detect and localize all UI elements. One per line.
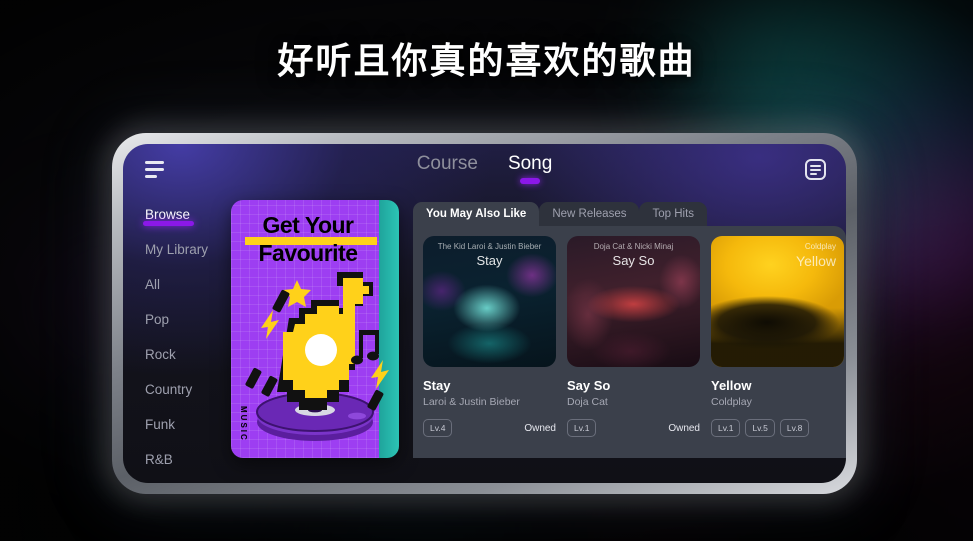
song-card[interactable]: Coldplay Yellow Yellow Coldplay Lv.1 Lv.… xyxy=(711,236,844,437)
menu-line xyxy=(145,174,157,178)
promo-banner[interactable]: Get Your Favourite MUSIC xyxy=(231,200,399,458)
message-note-icon[interactable] xyxy=(805,158,826,180)
level-badge[interactable]: Lv.8 xyxy=(779,419,810,437)
song-cards-panel: The Kid Laroi & Justin Bieber Stay Stay … xyxy=(413,226,846,458)
sidebar-item-all[interactable]: All xyxy=(145,277,160,292)
album-art-title-label: Stay xyxy=(476,253,503,268)
level-badge[interactable]: Lv.1 xyxy=(711,419,741,437)
note-line xyxy=(810,168,821,171)
promo-line-2: Favourite xyxy=(258,240,358,266)
promo-line-1: Get Your xyxy=(262,212,355,238)
page-headline: 好听且你真的喜欢的歌曲 xyxy=(277,40,696,81)
album-art-yellow[interactable]: Coldplay Yellow xyxy=(711,236,844,367)
album-art-say-so[interactable]: Doja Cat & Nicki Minaj Say So xyxy=(567,236,700,367)
tab-course[interactable]: Course xyxy=(417,153,478,185)
album-art-artist-label: Coldplay xyxy=(804,242,836,251)
menu-line xyxy=(145,160,164,164)
filter-tab-you-may-also-like[interactable]: You May Also Like xyxy=(413,202,540,226)
song-title: Say So xyxy=(567,378,611,393)
hamburger-menu-icon[interactable] xyxy=(143,157,166,182)
song-artist: Coldplay xyxy=(711,396,752,408)
song-title: Yellow xyxy=(711,378,752,393)
note-line xyxy=(810,164,821,167)
note-line xyxy=(810,172,817,175)
nav-tab-group: Course Song xyxy=(123,153,846,185)
song-card[interactable]: Doja Cat & Nicki Minaj Say So Say So Doj… xyxy=(567,236,700,437)
song-artist: Doja Cat xyxy=(567,396,608,408)
song-card-footer: Lv.1 Owned xyxy=(567,419,700,437)
song-title: Stay xyxy=(423,378,451,393)
song-card[interactable]: The Kid Laroi & Justin Bieber Stay Stay … xyxy=(423,236,556,437)
album-art-artist-label: The Kid Laroi & Justin Bieber xyxy=(437,242,542,251)
song-card-footer: Lv.1 Lv.5 Lv.8 xyxy=(711,419,844,437)
filter-tab-new-releases[interactable]: New Releases xyxy=(539,202,640,226)
sidebar-item-rock[interactable]: Rock xyxy=(145,347,176,362)
sidebar-item-country[interactable]: Country xyxy=(145,382,192,397)
album-art-title-label: Yellow xyxy=(796,253,836,269)
album-art-title-label: Say So xyxy=(612,253,655,268)
tablet-device-frame: Course Song Browse My Library All Pop Ro… xyxy=(112,133,857,494)
ownership-status: Owned xyxy=(668,422,700,434)
level-badge[interactable]: Lv.5 xyxy=(745,419,775,437)
sidebar-item-pop[interactable]: Pop xyxy=(145,312,169,327)
top-navigation-bar: Course Song xyxy=(123,144,846,194)
album-art-artist-label: Doja Cat & Nicki Minaj xyxy=(593,242,674,251)
screen-body: Browse My Library All Pop Rock Country F… xyxy=(123,194,846,483)
level-badge[interactable]: Lv.1 xyxy=(567,419,597,437)
tablet-screen: Course Song Browse My Library All Pop Ro… xyxy=(123,144,846,483)
filter-tab-group: You May Also Like New Releases Top Hits xyxy=(413,200,846,226)
level-badge[interactable]: Lv.4 xyxy=(423,419,453,437)
sidebar-item-my-library[interactable]: My Library xyxy=(145,242,208,257)
song-card-footer: Lv.4 Owned xyxy=(423,419,556,437)
album-art-stay[interactable]: The Kid Laroi & Justin Bieber Stay xyxy=(423,236,556,367)
promo-vertical-label: MUSIC xyxy=(239,406,248,442)
sidebar-item-browse[interactable]: Browse xyxy=(142,207,195,226)
category-sidebar: Browse My Library All Pop Rock Country F… xyxy=(123,200,231,483)
menu-line xyxy=(145,167,164,171)
sidebar-item-funk[interactable]: Funk xyxy=(145,417,175,432)
song-cards-strip: The Kid Laroi & Justin Bieber Stay Stay … xyxy=(423,236,846,437)
sidebar-item-rnb[interactable]: R&B xyxy=(145,452,173,467)
ownership-status: Owned xyxy=(524,422,556,434)
song-artist: Laroi & Justin Bieber xyxy=(423,396,520,408)
song-content-panel: You May Also Like New Releases Top Hits … xyxy=(413,200,846,483)
tab-song[interactable]: Song xyxy=(508,153,552,185)
filter-tab-top-hits[interactable]: Top Hits xyxy=(639,202,708,226)
